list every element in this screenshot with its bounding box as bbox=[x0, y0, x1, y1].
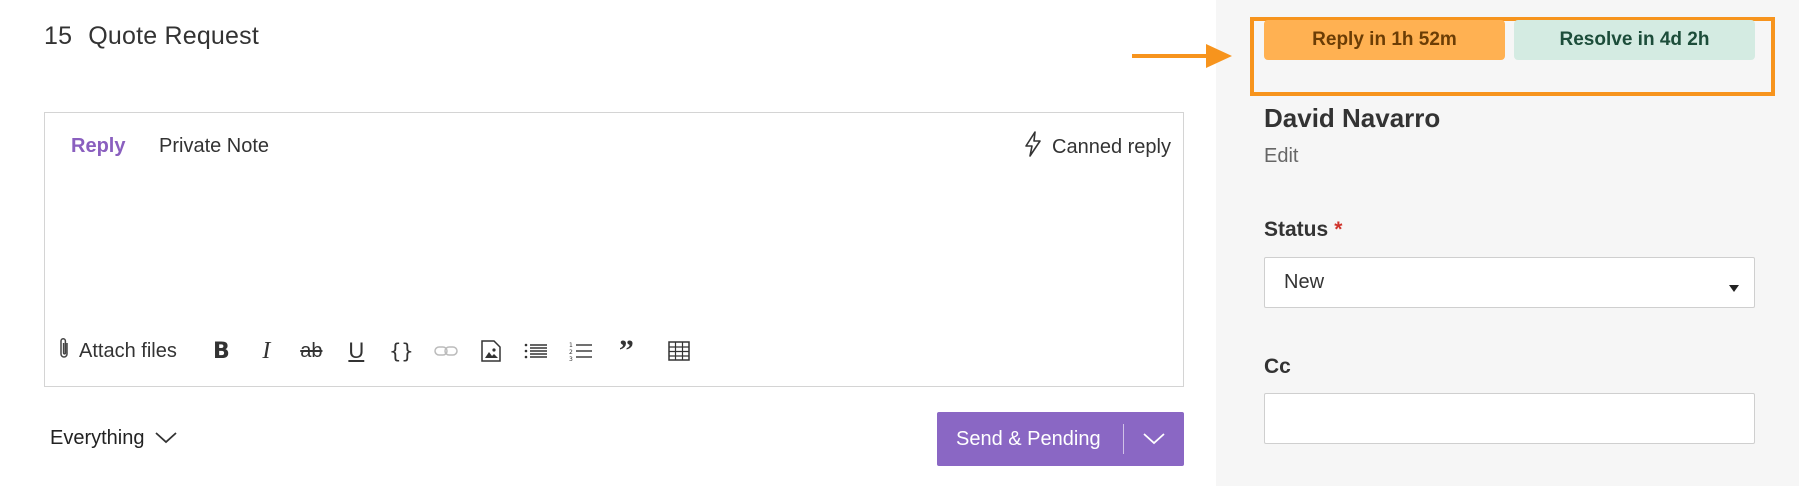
italic-icon[interactable]: I bbox=[244, 335, 289, 367]
sla-reply-badge[interactable]: Reply in 1h 52m bbox=[1264, 20, 1505, 60]
attach-files-label: Attach files bbox=[79, 339, 177, 362]
cc-input[interactable] bbox=[1264, 393, 1755, 444]
editor-toolbar: Attach files B I ab U {} 123 ” bbox=[57, 334, 702, 367]
filter-label: Everything bbox=[50, 427, 145, 449]
attach-files-button[interactable]: Attach files bbox=[57, 336, 177, 366]
svg-text:3: 3 bbox=[569, 356, 573, 361]
contact-name: David Navarro bbox=[1264, 103, 1441, 133]
caret-down-icon bbox=[1728, 277, 1740, 300]
canned-reply-button[interactable]: Canned reply bbox=[1024, 131, 1171, 163]
table-icon[interactable] bbox=[657, 335, 702, 367]
required-marker: * bbox=[1334, 218, 1343, 241]
ticket-subject: Quote Request bbox=[88, 22, 259, 50]
quote-icon[interactable]: ” bbox=[604, 334, 649, 367]
status-select[interactable]: New bbox=[1264, 257, 1755, 308]
status-label-text: Status bbox=[1264, 218, 1329, 241]
activity-filter-dropdown[interactable]: Everything bbox=[50, 427, 177, 450]
bullet-list-icon[interactable] bbox=[514, 335, 559, 367]
canned-reply-label: Canned reply bbox=[1052, 135, 1171, 158]
annotation-arrow-icon bbox=[1132, 44, 1232, 68]
ticket-number: 15 bbox=[44, 22, 73, 50]
image-icon[interactable] bbox=[469, 335, 514, 367]
chevron-down-icon bbox=[154, 427, 177, 450]
page-title: 15 Quote Request bbox=[44, 22, 259, 51]
status-value: New bbox=[1284, 271, 1325, 293]
strikethrough-icon[interactable]: ab bbox=[289, 335, 334, 367]
svg-text:2: 2 bbox=[569, 349, 573, 356]
lightning-icon bbox=[1024, 131, 1042, 163]
send-pending-button[interactable]: Send & Pending bbox=[937, 412, 1184, 466]
send-pending-label: Send & Pending bbox=[956, 427, 1101, 450]
send-options-chevron-icon[interactable] bbox=[1124, 433, 1184, 445]
tab-reply[interactable]: Reply bbox=[71, 135, 125, 158]
tab-private-note[interactable]: Private Note bbox=[159, 135, 269, 158]
bold-icon[interactable]: B bbox=[199, 335, 244, 367]
cc-field-label: Cc bbox=[1264, 355, 1291, 378]
sla-resolve-badge[interactable]: Resolve in 4d 2h bbox=[1514, 20, 1755, 60]
code-icon[interactable]: {} bbox=[379, 335, 424, 367]
reply-editor[interactable]: Reply Private Note Canned reply Attach f… bbox=[44, 112, 1184, 387]
underline-icon[interactable]: U bbox=[334, 335, 379, 367]
status-field-label: Status * bbox=[1264, 218, 1342, 242]
numbered-list-icon[interactable]: 123 bbox=[559, 335, 604, 367]
edit-contact-link[interactable]: Edit bbox=[1264, 145, 1298, 168]
ticket-main-pane: 15 Quote Request Reply Private Note Canne… bbox=[0, 0, 1216, 486]
svg-text:1: 1 bbox=[569, 342, 573, 349]
paperclip-icon bbox=[57, 336, 71, 366]
link-icon[interactable] bbox=[424, 335, 469, 367]
